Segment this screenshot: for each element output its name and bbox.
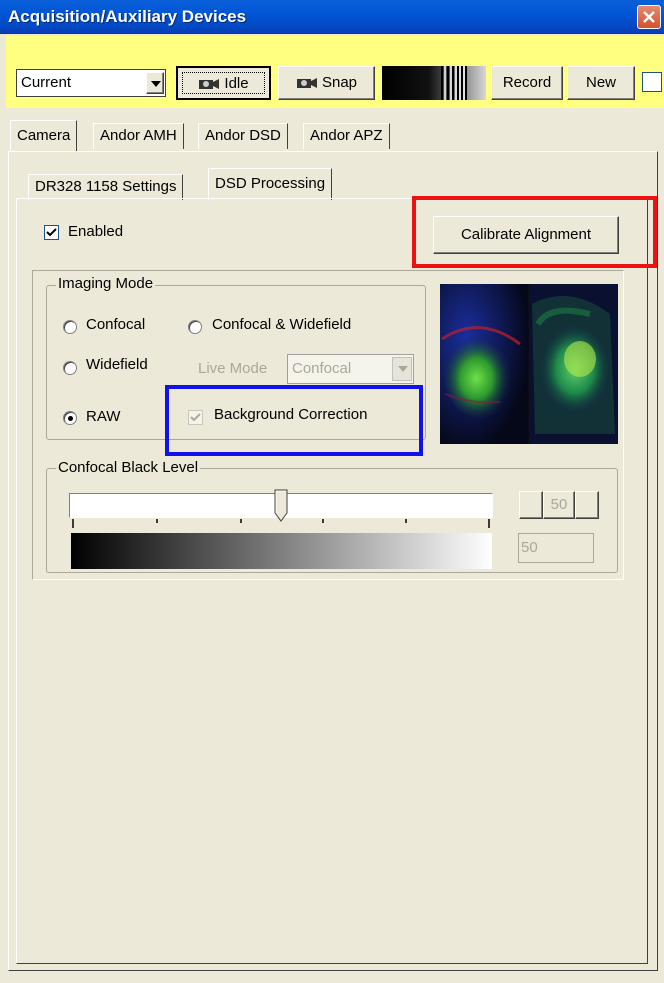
live-mode-dropdown-arrow[interactable]	[392, 357, 412, 381]
preset-value: Current	[21, 74, 72, 91]
radio-confocal[interactable]	[63, 320, 77, 334]
radio-raw[interactable]	[63, 411, 77, 425]
preset-dropdown[interactable]: Current	[16, 69, 166, 97]
black-level-label: Confocal Black Level	[56, 459, 201, 476]
camera-tab-bar: Camera Andor AMH Andor DSD Andor APZ	[8, 118, 658, 152]
slider-ticks	[72, 519, 490, 528]
radio-confocal-widefield-label: Confocal & Widefield	[212, 316, 352, 333]
spinner-value: 50	[543, 491, 575, 519]
enabled-checkbox[interactable]	[44, 225, 59, 240]
radio-confocal-label: Confocal	[86, 316, 146, 333]
close-button[interactable]	[637, 5, 661, 29]
snap-label: Snap	[321, 74, 358, 91]
new-button[interactable]: New	[567, 66, 635, 100]
chevron-down-icon	[151, 81, 161, 87]
processing-preview-image	[440, 284, 618, 444]
window-title: Acquisition/Auxiliary Devices	[8, 7, 247, 26]
tab-andor-amh[interactable]: Andor AMH	[93, 123, 184, 149]
spinner-right[interactable]	[575, 491, 599, 519]
snap-button[interactable]: Snap	[278, 66, 375, 100]
slider-thumb[interactable]	[274, 489, 288, 523]
title-bar: Acquisition/Auxiliary Devices	[0, 0, 664, 34]
close-icon	[643, 11, 655, 23]
radio-widefield[interactable]	[63, 361, 77, 375]
black-level-gradient	[71, 533, 492, 569]
radio-widefield-label: Widefield	[86, 356, 148, 373]
tab-andor-apz[interactable]: Andor APZ	[303, 123, 390, 149]
enabled-label: Enabled	[68, 223, 124, 240]
black-level-spinner[interactable]: 50	[519, 491, 599, 519]
imaging-mode-label: Imaging Mode	[56, 275, 156, 292]
radio-confocal-widefield[interactable]	[188, 320, 202, 334]
live-mode-value: Confocal	[292, 360, 352, 377]
tab-dsd-processing[interactable]: DSD Processing	[208, 168, 333, 200]
live-mode-dropdown[interactable]: Confocal	[287, 354, 414, 384]
radio-raw-label: RAW	[86, 408, 121, 425]
tab-camera[interactable]: Camera	[10, 120, 78, 152]
tab-dr328-settings[interactable]: DR328 1158 Settings	[28, 174, 184, 200]
highlight-box-red	[412, 196, 657, 268]
idle-button[interactable]: Idle	[176, 66, 271, 100]
lut-display[interactable]	[382, 66, 486, 100]
black-level-field[interactable]: 50	[518, 533, 594, 563]
highlight-box-blue	[165, 385, 423, 456]
preset-dropdown-arrow[interactable]	[146, 72, 164, 94]
tab-andor-dsd[interactable]: Andor DSD	[198, 123, 288, 149]
spinner-left[interactable]	[519, 491, 543, 519]
black-level-field-value: 50	[521, 539, 538, 556]
camera-icon	[296, 78, 317, 89]
chevron-down-icon	[398, 366, 408, 372]
toolbar-checkbox[interactable]	[642, 72, 662, 92]
checkmark-icon	[46, 228, 57, 237]
live-mode-label: Live Mode	[198, 360, 268, 377]
record-button[interactable]: Record	[491, 66, 563, 100]
